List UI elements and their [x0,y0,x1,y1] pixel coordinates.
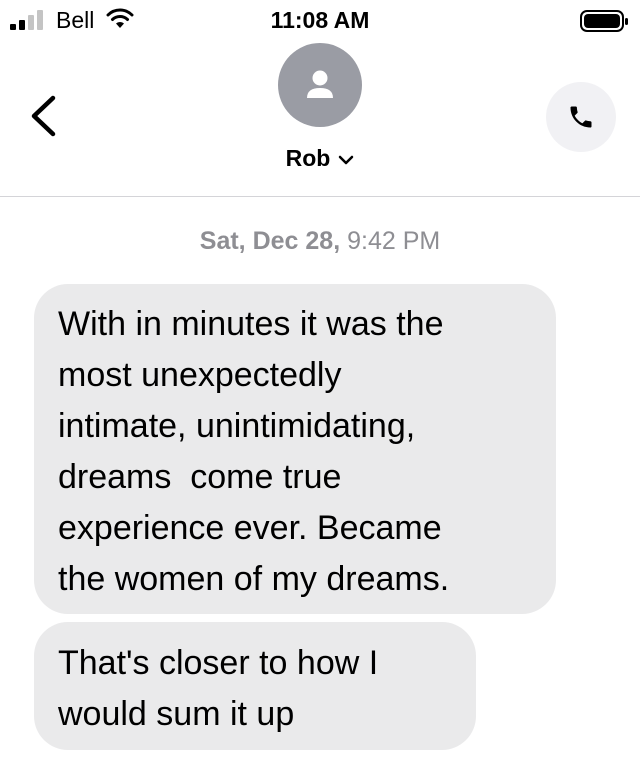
timestamp-time: 9:42 PM [347,227,441,255]
call-button[interactable] [546,82,616,152]
phone-icon [570,106,592,128]
clock: 11:08 AM [270,7,370,33]
battery-icon [580,10,628,32]
timestamp-date: Sat, Dec 28, [199,227,341,255]
chevron-left-icon[interactable] [28,95,58,137]
status-bar: Bell 11:08 AM [0,0,640,40]
received-message-bubble[interactable]: That's closer to how I would sum it up [34,622,476,750]
received-message-bubble[interactable]: With in minutes it was the most unexpect… [34,284,556,614]
contact-name: Rob [285,145,331,171]
conversation-header: Rob [0,40,640,197]
message-timestamp: Sat, Dec 28, 9:42 PM [0,227,640,256]
chevron-down-icon [339,155,354,165]
person-icon [307,70,333,98]
contact-avatar[interactable] [278,43,362,127]
contact-name-button[interactable]: Rob [0,145,640,172]
